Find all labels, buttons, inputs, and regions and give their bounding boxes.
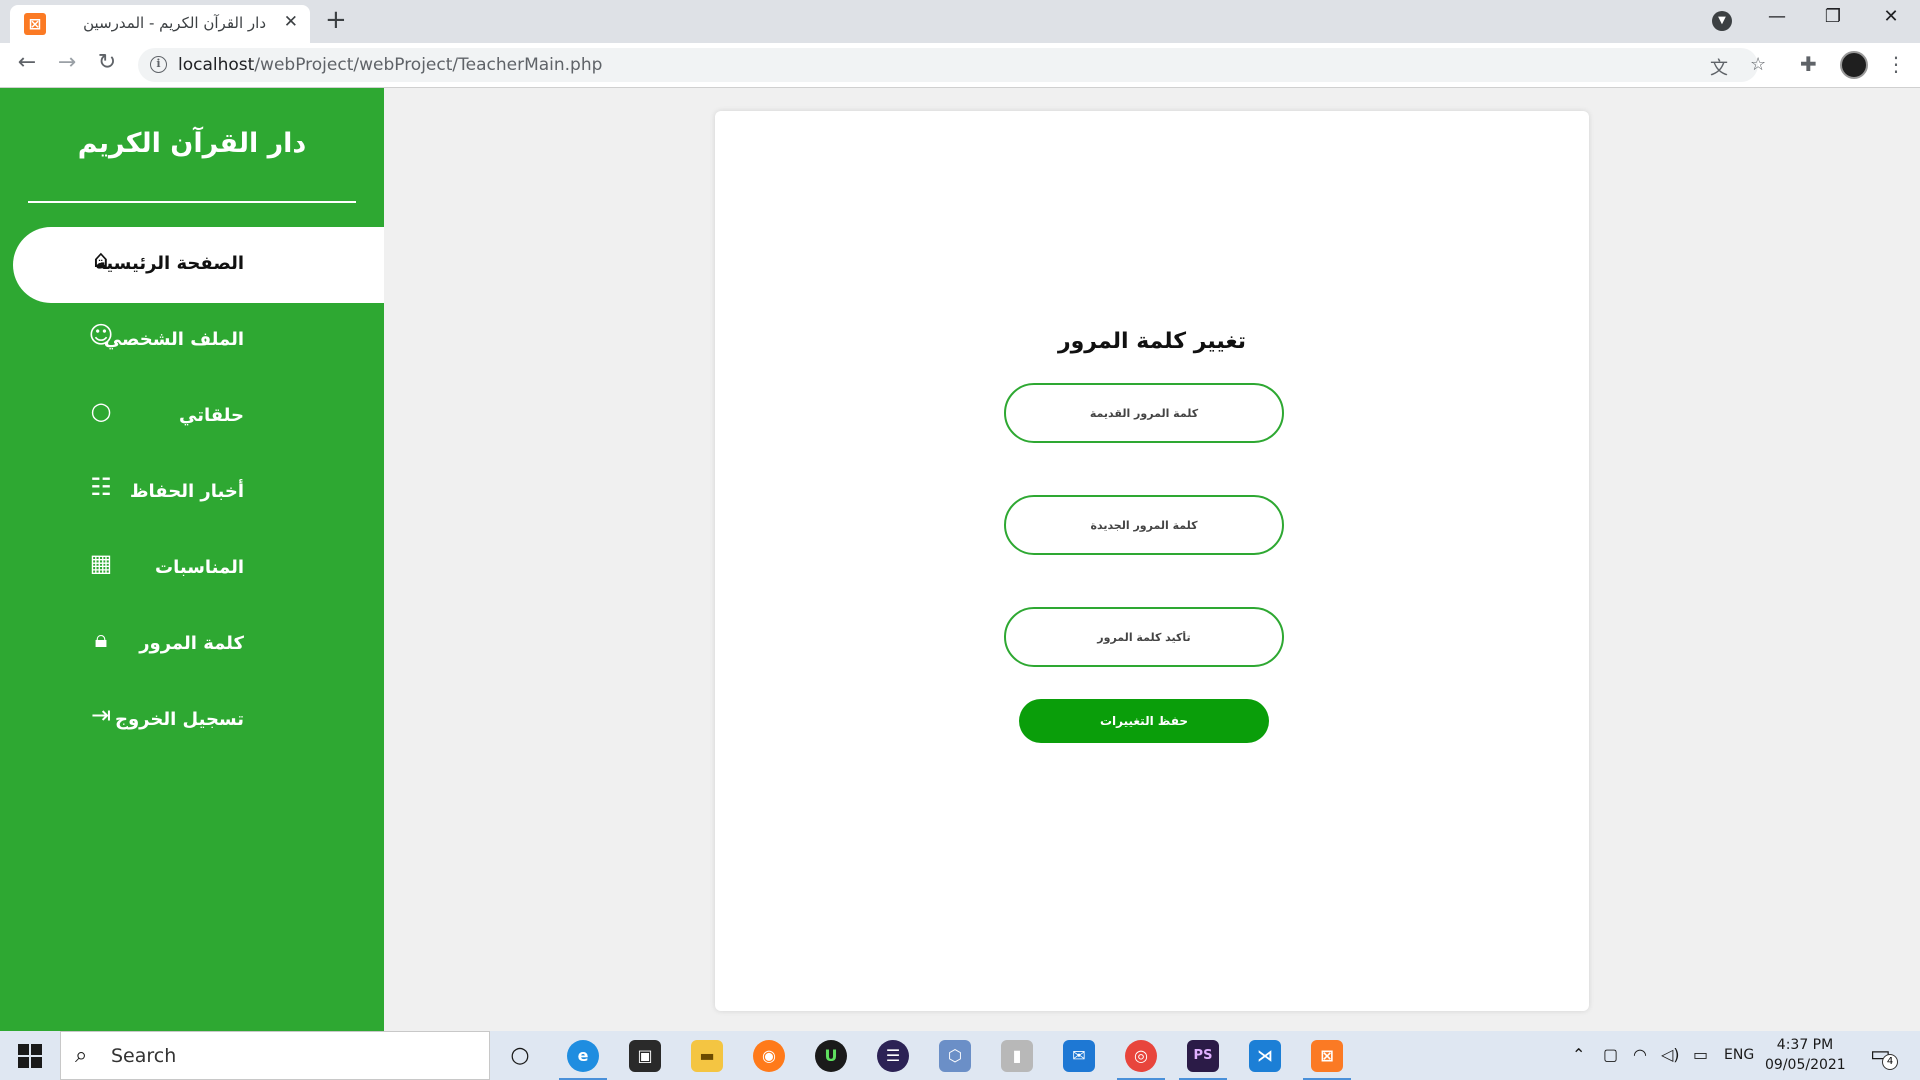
sidebar-item-my-circles[interactable]: ○ حلقاتي xyxy=(13,379,384,455)
device-icon[interactable]: ▮ xyxy=(1001,1040,1033,1072)
circle-icon: ○ xyxy=(90,397,112,425)
clock-time: 4:37 PM xyxy=(1776,1037,1834,1053)
close-window-icon[interactable]: ✕ xyxy=(1876,6,1906,27)
tab-search-icon[interactable]: ▼ xyxy=(1712,11,1732,31)
firefox-icon[interactable]: ◉ xyxy=(753,1040,785,1072)
taskbar-search-placeholder: Search xyxy=(111,1045,177,1067)
address-bar[interactable]: i localhost/webProject/webProject/Teache… xyxy=(138,48,1766,82)
wifi-icon[interactable]: ◠ xyxy=(1633,1045,1647,1064)
sidebar-item-label: كلمة المرور xyxy=(139,633,244,654)
sidebar-item-news[interactable]: ☷ أخبار الحفاظ xyxy=(13,455,384,531)
virtualbox-icon[interactable]: ⬡ xyxy=(939,1040,971,1072)
sidebar-item-label: الملف الشخصي xyxy=(103,329,244,350)
taskbar-clock[interactable]: 4:37 PM 09/05/2021 xyxy=(1765,1035,1846,1075)
form-title: تغيير كلمة المرور xyxy=(1057,329,1247,354)
language-indicator[interactable]: ENG xyxy=(1724,1047,1754,1063)
tab-title: دار القرآن الكريم - المدرسين xyxy=(83,14,266,32)
sidebar-item-profile[interactable]: ☺ الملف الشخصي xyxy=(13,303,384,379)
logout-icon: ⇥ xyxy=(90,701,112,729)
sidebar-item-password[interactable]: 🔒︎ كلمة المرور xyxy=(13,607,384,683)
browser-tab[interactable]: ⊠ دار القرآن الكريم - المدرسين ✕ xyxy=(10,5,310,43)
store-icon[interactable]: ▣ xyxy=(629,1040,661,1072)
windows-start-icon[interactable] xyxy=(18,1044,42,1068)
old-password-input[interactable] xyxy=(1004,383,1284,443)
change-password-card: تغيير كلمة المرور حفظ التغييرات xyxy=(715,111,1589,1011)
bookmark-star-icon[interactable]: ☆ xyxy=(1750,54,1766,75)
newspaper-icon: ☷ xyxy=(90,473,112,501)
confirm-password-input[interactable] xyxy=(1004,607,1284,667)
phpstorm-icon[interactable]: PS xyxy=(1179,1040,1227,1080)
sidebar-item-label: المناسبات xyxy=(155,557,244,578)
brand-divider xyxy=(28,201,356,203)
battery-icon[interactable]: ▭ xyxy=(1693,1045,1708,1064)
xampp-icon[interactable]: ⊠ xyxy=(1303,1040,1351,1080)
taskbar-search-box[interactable]: ⌕ Search xyxy=(60,1031,490,1080)
menu-kebab-icon[interactable]: ⋮ xyxy=(1886,52,1906,76)
notification-count-badge: 4 xyxy=(1882,1054,1898,1070)
tab-close-icon[interactable]: ✕ xyxy=(284,12,298,32)
sidebar: دار القرآن الكريم ⌂ الصفحة الرئيسية ☺ ال… xyxy=(0,88,384,1031)
browser-tab-strip: ⊠ دار القرآن الكريم - المدرسين ✕ + ▼ — ❐… xyxy=(0,0,1920,43)
forward-icon[interactable]: → xyxy=(52,50,82,75)
vscode-icon[interactable]: ⋊ xyxy=(1249,1040,1281,1072)
minimize-icon[interactable]: — xyxy=(1762,6,1792,27)
sidebar-item-logout[interactable]: ⇥ تسجيل الخروج xyxy=(13,683,384,759)
calendar-icon: ▦ xyxy=(89,549,113,577)
chrome-icon[interactable]: ◎ xyxy=(1117,1040,1165,1080)
edge-icon[interactable]: e xyxy=(559,1040,607,1080)
back-icon[interactable]: ← xyxy=(12,50,42,75)
profile-avatar[interactable] xyxy=(1840,51,1868,79)
page-content: دار القرآن الكريم ⌂ الصفحة الرئيسية ☺ ال… xyxy=(0,88,1920,1031)
sidebar-item-label: أخبار الحفاظ xyxy=(129,481,244,502)
reload-icon[interactable]: ↻ xyxy=(92,50,122,75)
sidebar-item-events[interactable]: ▦ المناسبات xyxy=(13,531,384,607)
sidebar-item-label: حلقاتي xyxy=(178,405,244,426)
eclipse-icon[interactable]: ☰ xyxy=(877,1040,909,1072)
url-text[interactable]: localhost/webProject/webProject/TeacherM… xyxy=(178,55,602,75)
intellij-icon[interactable]: U xyxy=(815,1040,847,1072)
browser-toolbar: ← → ↻ i localhost/webProject/webProject/… xyxy=(0,43,1920,88)
sidebar-item-label: تسجيل الخروج xyxy=(115,709,244,730)
save-changes-button[interactable]: حفظ التغييرات xyxy=(1019,699,1269,743)
extensions-puzzle-icon[interactable]: ✚ xyxy=(1800,52,1817,76)
lock-icon: 🔒︎ xyxy=(94,625,108,653)
new-tab-icon[interactable]: + xyxy=(325,5,347,35)
clock-date: 09/05/2021 xyxy=(1765,1057,1846,1073)
sidebar-item-label: الصفحة الرئيسية xyxy=(95,253,244,274)
cortana-icon[interactable]: ○ xyxy=(504,1040,536,1072)
windows-taskbar: ⌕ Search ○ e ▣ ▬ ◉ U ☰ ⬡ ▮ ✉ ◎ PS ⋊ ⊠ ⌃ … xyxy=(0,1031,1920,1080)
xampp-favicon-icon: ⊠ xyxy=(24,13,46,35)
translate-icon[interactable]: 文 xyxy=(1710,54,1728,80)
file-explorer-icon[interactable]: ▬ xyxy=(691,1040,723,1072)
volume-icon[interactable]: ◁) xyxy=(1661,1045,1680,1064)
mail-icon[interactable]: ✉ xyxy=(1063,1040,1095,1072)
sidebar-item-home[interactable]: ⌂ الصفحة الرئيسية xyxy=(13,227,384,303)
site-brand: دار القرآن الكريم xyxy=(77,128,307,159)
meet-now-icon[interactable]: ▢ xyxy=(1603,1045,1618,1064)
search-icon: ⌕ xyxy=(75,1043,88,1068)
site-info-icon[interactable]: i xyxy=(150,56,167,73)
new-password-input[interactable] xyxy=(1004,495,1284,555)
restore-icon[interactable]: ❐ xyxy=(1818,6,1848,27)
show-hidden-icons-chevron-icon[interactable]: ⌃ xyxy=(1572,1045,1585,1064)
